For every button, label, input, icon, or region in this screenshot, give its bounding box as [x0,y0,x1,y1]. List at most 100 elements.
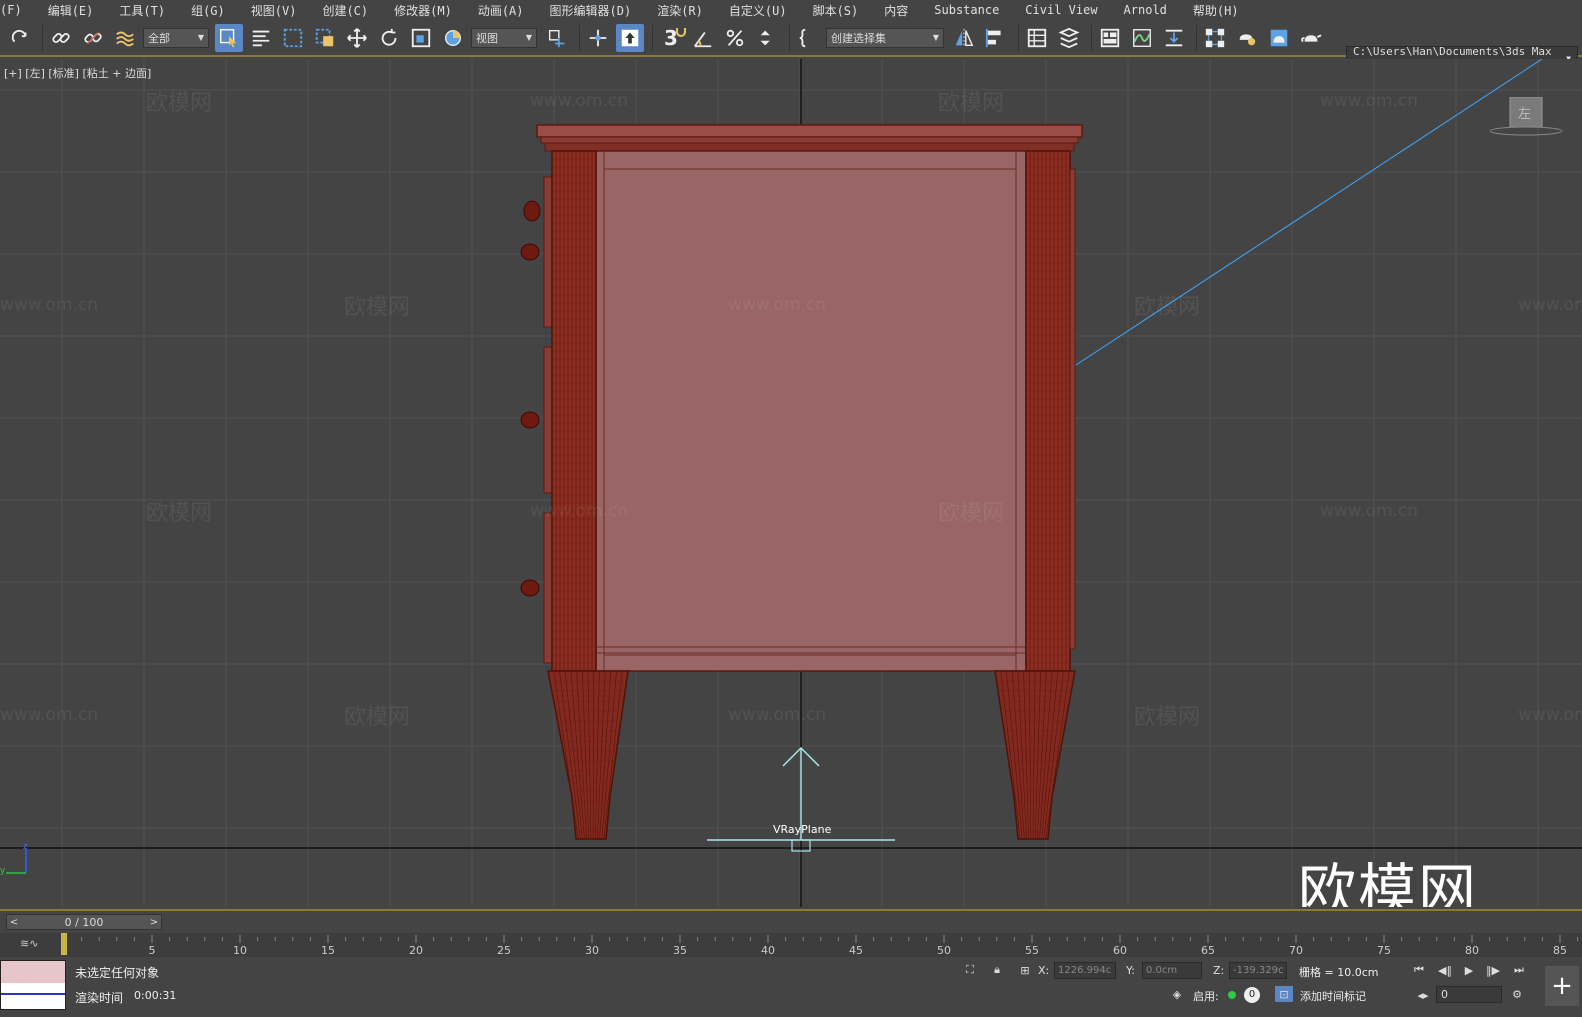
menu-graph-editors[interactable]: 图形编辑器(D) [537,2,645,19]
goto-start-icon[interactable]: ⏮ [1410,962,1428,978]
menu-edit[interactable]: 编辑(E) [35,2,107,19]
curve-editor-button[interactable] [1128,24,1156,52]
menu-arnold[interactable]: Arnold [1111,3,1180,17]
ruler-label: 15 [321,944,335,957]
x-coord-field[interactable]: 1226.994c [1054,962,1116,979]
current-frame-field[interactable]: 0 [1436,986,1502,1003]
menu-animation[interactable]: 动画(A) [465,2,537,19]
spinner-icon [760,30,770,45]
selection-status: 未选定任何对象 [75,966,160,980]
viewport-label[interactable]: [+] [左] [标准] [粘土 + 边面] [4,65,151,81]
y-label: Y: [1126,964,1135,977]
menu-file[interactable]: (F) [0,3,35,17]
rotate-button[interactable] [375,24,403,52]
time-slider[interactable]: < 0 / 100 > [0,909,1582,931]
maxscript-listener[interactable] [0,960,66,1010]
menu-help[interactable]: 帮助(H) [1180,2,1252,19]
menu-group[interactable]: 组(G) [178,2,238,19]
chevron-right-icon[interactable]: > [147,917,161,928]
add-time-tag-link[interactable]: 添加时间标记 [1300,988,1366,1004]
menu-civil-view[interactable]: Civil View [1012,3,1110,17]
angle-snap-icon [694,31,712,47]
menu-substance[interactable]: Substance [921,3,1012,17]
current-frame-marker[interactable] [61,933,67,955]
menu-modifiers[interactable]: 修改器(M) [381,2,465,19]
left-post [551,150,597,672]
scale-button[interactable] [407,24,435,52]
angle-snap-toggle[interactable] [689,24,717,52]
y-coord-field[interactable]: 0.0cm [1142,962,1202,979]
z-coord-field[interactable]: -139.329c [1229,962,1287,979]
absolute-mode-icon[interactable]: ⊞ [1016,962,1034,978]
lock-icon[interactable]: 🔒︎ [988,962,1006,978]
toolbar-divider [652,24,653,51]
right-side-strip [1069,168,1076,650]
reference-coord-dropdown[interactable]: 视图 ▼ [471,27,537,48]
render-setup-button[interactable] [1233,24,1261,52]
curve-editor-mini-icon[interactable]: ≋∿ [20,937,38,950]
toggle-ribbon-button[interactable] [1096,24,1124,52]
pivot-center-button[interactable] [543,24,571,52]
time-slider-thumb[interactable]: < 0 / 100 > [6,914,162,930]
menu-rendering[interactable]: 渲染(R) [644,2,716,19]
menu-tools[interactable]: 工具(T) [106,2,178,19]
named-selection-dropdown[interactable]: 创建选择集 ▼ [826,27,944,48]
link-button[interactable] [47,24,75,52]
bind-spacewarp-button[interactable] [111,24,139,52]
percent-snap-toggle[interactable] [721,24,749,52]
redo-icon [11,29,27,42]
play-icon[interactable]: ▶ [1460,962,1478,978]
teapot-icon [1301,33,1322,42]
nightstand-side-panel [595,150,1027,672]
viewcube-icon [1489,96,1563,136]
select-object-button[interactable] [215,23,243,52]
placement-button[interactable] [439,24,467,52]
layer-explorer-button[interactable] [1055,24,1083,52]
menu-customize[interactable]: 自定义(U) [716,2,800,19]
snaps-toggle[interactable]: 3 [657,24,686,52]
selection-filter-dropdown[interactable]: 全部 ▼ [143,27,209,48]
main-toolbar: 全部 ▼ 视图 ▼ 3 创建选择集 ▼ C:\Users\Han\Documen… [0,20,1582,71]
drawer-front-2 [543,346,553,494]
adaptive-degradation-icon[interactable]: ◈ [1168,986,1186,1002]
scene-explorer-button[interactable] [1023,24,1051,52]
time-config-icon[interactable]: ⚙ [1508,986,1526,1002]
next-frame-icon[interactable]: ‖▶ [1484,962,1502,978]
keyboard-shortcut-toggle[interactable] [616,23,644,52]
menu-views[interactable]: 视图(V) [238,2,310,19]
enable-count-badge[interactable]: 0 [1244,987,1260,1003]
rendered-frame-window-button[interactable] [1265,24,1293,52]
goto-end-icon[interactable]: ⏭ [1510,962,1528,978]
previous-frame-icon[interactable]: ◀‖ [1436,962,1454,978]
menu-content[interactable]: 内容 [871,2,921,19]
isolate-icon[interactable]: ⛶ [961,962,979,978]
schematic-view-button[interactable] [1160,24,1188,52]
mirror-button[interactable] [950,24,978,52]
named-selection-value: 创建选择集 [831,31,886,45]
ribbon-icon [1100,28,1120,47]
spinner-snap-toggle[interactable] [753,24,781,52]
track-bar[interactable]: 0510152025303540455055606570758085 ≋∿ [0,933,1582,957]
drawer-front-3 [543,512,553,664]
unlink-button[interactable] [79,24,107,52]
move-button[interactable] [343,24,371,52]
window-crossing-button[interactable] [311,24,339,52]
chevron-left-icon[interactable]: < [7,917,21,928]
select-by-name-button[interactable] [247,24,275,52]
align-button[interactable] [982,24,1010,52]
axis-y-label: y [0,866,6,876]
add-viewport-button[interactable]: + [1545,966,1579,1006]
region-select-button[interactable] [279,24,307,52]
viewcube[interactable]: 左 [1489,96,1574,141]
menu-scripting[interactable]: 脚本(S) [800,2,872,19]
time-tag-icon[interactable]: ⊡ [1275,986,1293,1002]
viewport-left[interactable]: [+] [左] [标准] [粘土 + 边面] 欧模网 www.om.cn 欧模网… [0,59,1582,907]
move-icon [347,27,367,48]
select-manipulate-button[interactable] [584,24,612,52]
redo-button[interactable] [6,24,34,52]
render-production-button[interactable] [1297,24,1325,52]
menu-create[interactable]: 创建(C) [309,2,381,19]
material-editor-button[interactable] [1201,24,1229,52]
frame-spinner-icon[interactable]: ◂▸ [1414,987,1432,1003]
edit-named-selection-button[interactable] [794,24,822,52]
